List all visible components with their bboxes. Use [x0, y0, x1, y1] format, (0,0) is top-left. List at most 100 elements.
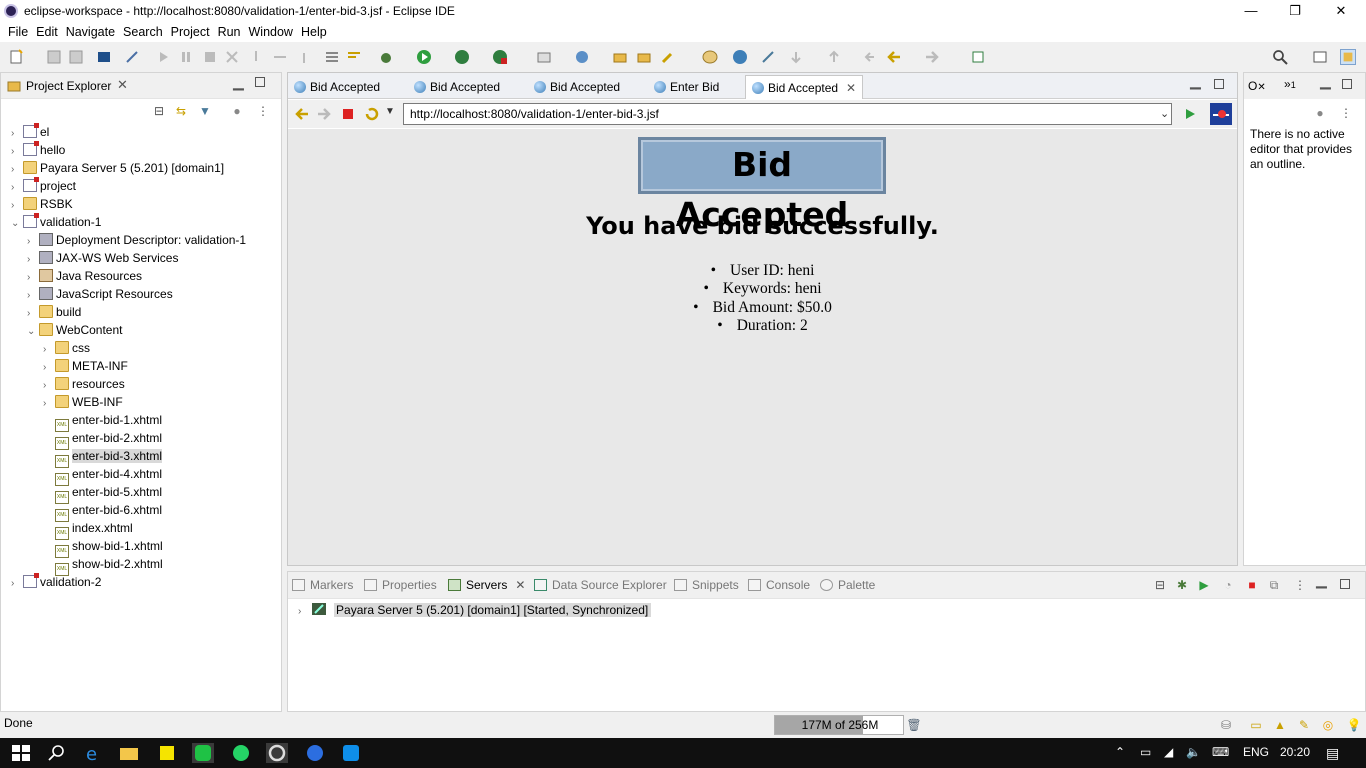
tree-item[interactable]: ⌄ validation-1: [11, 213, 101, 231]
tree-item[interactable]: › Deployment Descriptor: validation-1: [27, 231, 246, 249]
refresh-dropdown-icon[interactable]: ▼: [385, 106, 395, 117]
status-circle-icon[interactable]: ◎: [1320, 717, 1336, 733]
tree-item[interactable]: › Java Resources: [27, 267, 142, 285]
status-hat-icon[interactable]: ▲: [1272, 717, 1288, 733]
run-coverage-icon[interactable]: [454, 49, 470, 65]
maximize-editor-icon[interactable]: [1214, 79, 1224, 89]
new-server-icon[interactable]: [536, 49, 552, 65]
terminate-icon[interactable]: [202, 49, 218, 65]
sticky-notes-icon[interactable]: [156, 743, 178, 763]
last-edit-icon[interactable]: [862, 49, 878, 65]
menu-window[interactable]: Window: [245, 22, 297, 42]
search-icon[interactable]: [1272, 49, 1288, 65]
tree-item[interactable]: › css: [43, 339, 90, 357]
open-folder-icon[interactable]: [612, 49, 628, 65]
minimize-outline-icon[interactable]: ▁: [1320, 73, 1331, 90]
collapse-all-icon[interactable]: ⊟: [151, 103, 167, 119]
open-project-icon[interactable]: [636, 49, 652, 65]
minimize-bottom-icon[interactable]: ▁: [1316, 572, 1327, 589]
close-servers-tab-icon[interactable]: ✕: [515, 578, 525, 592]
tree-item[interactable]: XML show-bid-1.xhtml: [43, 537, 163, 558]
eclipse-taskbar-icon[interactable]: [266, 743, 288, 763]
status-trim-icon-1[interactable]: ⛁: [1218, 717, 1234, 733]
volume-icon[interactable]: 🔈: [1186, 745, 1201, 759]
line-app-icon[interactable]: [192, 743, 214, 763]
tree-item[interactable]: › JavaScript Resources: [27, 285, 173, 303]
notifications-icon[interactable]: ▤: [1326, 745, 1339, 762]
url-field[interactable]: http://localhost:8080/validation-1/enter…: [403, 103, 1172, 125]
tree-item[interactable]: XML enter-bid-4.xhtml: [43, 465, 162, 486]
back-icon[interactable]: [886, 49, 902, 65]
browser-forward-icon[interactable]: [316, 106, 332, 122]
menu-run[interactable]: Run: [214, 22, 245, 42]
suspend-icon[interactable]: [178, 49, 194, 65]
pin-editor-icon[interactable]: [970, 49, 986, 65]
resume-icon[interactable]: [156, 49, 172, 65]
toggle-block-icon[interactable]: [324, 49, 340, 65]
external-tools-icon[interactable]: [492, 49, 508, 65]
tree-item[interactable]: › validation-2: [11, 573, 101, 591]
open-task-icon[interactable]: [574, 49, 590, 65]
menu-search[interactable]: Search: [119, 22, 167, 42]
tab-bid-accepted-1[interactable]: Bid Accepted: [288, 75, 406, 99]
network-icon[interactable]: ◢: [1164, 745, 1173, 759]
filter-icon[interactable]: ▼: [197, 103, 213, 119]
servers-menu-icon[interactable]: ⋮: [1292, 577, 1308, 593]
terminal-icon[interactable]: [96, 49, 112, 65]
whatsapp-icon[interactable]: [230, 743, 252, 763]
menu-file[interactable]: File: [4, 22, 32, 42]
tree-item[interactable]: › resources: [43, 375, 125, 393]
status-book-icon[interactable]: ▭: [1248, 717, 1264, 733]
tree-item[interactable]: XML enter-bid-3.xhtml: [43, 447, 163, 468]
tab-bid-accepted-3[interactable]: Bid Accepted: [528, 75, 646, 99]
tab-bid-accepted-active[interactable]: Bid Accepted ✕: [745, 75, 863, 99]
collapse-servers-icon[interactable]: ⊟: [1152, 577, 1168, 593]
disconnect-icon[interactable]: [224, 49, 240, 65]
launch-icon[interactable]: [760, 49, 776, 65]
tree-item[interactable]: XML index.xhtml: [43, 519, 133, 540]
stop-server-icon[interactable]: ■: [1244, 577, 1260, 593]
tab-properties[interactable]: Properties: [364, 578, 437, 592]
forward-icon[interactable]: [924, 49, 940, 65]
debug-server-icon[interactable]: ✱: [1174, 577, 1190, 593]
tree-item[interactable]: XML show-bid-2.xhtml: [43, 555, 163, 576]
chevron-down-icon[interactable]: ⌄: [27, 323, 39, 341]
profile-server-icon[interactable]: ◔: [1220, 577, 1236, 593]
tree-item[interactable]: XML enter-bid-1.xhtml: [43, 411, 162, 432]
chevron-right-icon[interactable]: ›: [11, 575, 23, 593]
minimize-panel-icon[interactable]: ▁: [233, 74, 244, 91]
step-return-icon[interactable]: [296, 49, 312, 65]
menu-project[interactable]: Project: [167, 22, 214, 42]
tree-item[interactable]: › hello: [11, 141, 65, 159]
minimize-button[interactable]: —: [1228, 0, 1274, 22]
search-toolbar-icon[interactable]: [660, 49, 676, 65]
close-outline-icon[interactable]: ✕: [1257, 82, 1265, 93]
input-language[interactable]: ENG: [1243, 745, 1269, 759]
tree-item[interactable]: › project: [11, 177, 76, 195]
tree-item[interactable]: XML enter-bid-6.xhtml: [43, 501, 162, 522]
tab-palette[interactable]: Palette: [820, 578, 875, 592]
close-tab-icon[interactable]: ✕: [846, 76, 856, 100]
run-icon[interactable]: [416, 49, 432, 65]
start-server-icon[interactable]: ▶: [1196, 577, 1212, 593]
tab-data-source-explorer[interactable]: Data Source Explorer: [534, 578, 667, 592]
outline-tab[interactable]: O✕: [1248, 79, 1266, 93]
tree-item[interactable]: › build: [27, 303, 81, 321]
browser-back-icon[interactable]: [294, 106, 310, 122]
tree-item[interactable]: XML enter-bid-5.xhtml: [43, 483, 162, 504]
tree-item[interactable]: › META-INF: [43, 357, 128, 375]
view-menu-icon[interactable]: ⋮: [255, 103, 271, 119]
close-project-explorer-icon[interactable]: ✕: [117, 77, 128, 93]
focus-icon[interactable]: ●: [229, 103, 245, 119]
tab-bid-accepted-2[interactable]: Bid Accepted: [408, 75, 526, 99]
menu-edit[interactable]: Edit: [32, 22, 62, 42]
status-wand-icon[interactable]: ✎: [1296, 717, 1312, 733]
close-window-button[interactable]: ✕: [1318, 0, 1364, 22]
mark-occurrences-icon[interactable]: [346, 49, 362, 65]
tree-item[interactable]: › JAX-WS Web Services: [27, 249, 178, 267]
publish-server-icon[interactable]: ⧉: [1266, 577, 1282, 593]
outline-menu-icon[interactable]: ⋮: [1338, 105, 1354, 121]
overflow-tabs[interactable]: »1: [1284, 77, 1296, 91]
minimize-editor-icon[interactable]: ▁: [1190, 73, 1201, 90]
new-icon[interactable]: [8, 49, 24, 65]
